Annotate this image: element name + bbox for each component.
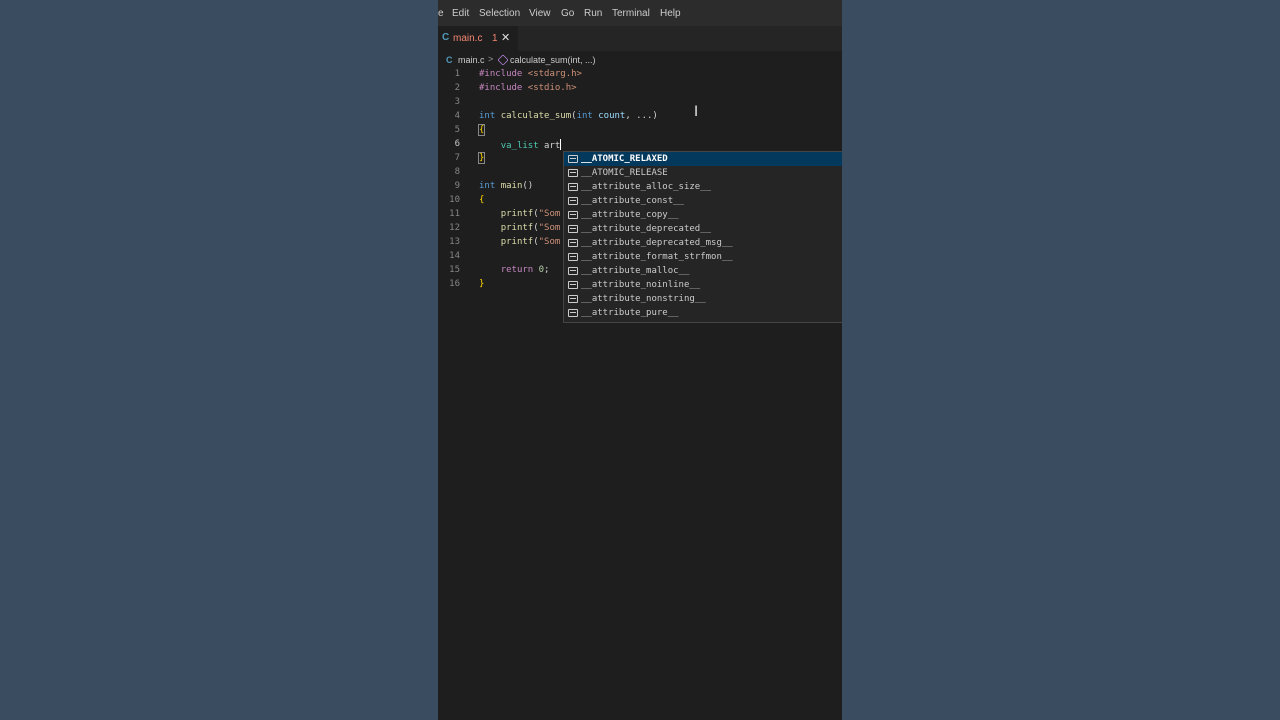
code-text: #include <stdarg.h>: [479, 69, 582, 79]
constant-icon: [568, 309, 578, 317]
suggestion-item[interactable]: __attribute_alloc_size__: [564, 180, 842, 194]
constant-icon: [568, 211, 578, 219]
suggestion-label: __attribute_malloc__: [581, 266, 690, 276]
line-number: 16: [449, 279, 460, 289]
line-number: 8: [454, 167, 460, 177]
vscode-window: e Edit Selection View Go Run Terminal He…: [438, 0, 842, 720]
code-text: }: [479, 279, 485, 289]
suggestion-label: __ATOMIC_RELAXED: [581, 154, 668, 164]
constant-icon: [568, 239, 578, 247]
mouse-ibeam-cursor-icon: I: [694, 104, 699, 120]
suggestion-item[interactable]: __attribute_format_strfmon__: [564, 250, 842, 264]
menu-run[interactable]: Run: [584, 8, 602, 19]
suggestion-label: __attribute_const__: [581, 196, 684, 206]
code-line: 5 {: [438, 123, 842, 137]
code-text: return 0;: [500, 265, 550, 275]
code-text: printf("Som: [500, 209, 561, 219]
menu-view[interactable]: View: [529, 8, 551, 19]
constant-icon: [568, 253, 578, 261]
constant-icon: [568, 295, 578, 303]
line-number: 10: [449, 195, 460, 205]
suggestion-label: __attribute_noinline__: [581, 280, 701, 290]
line-number: 9: [454, 181, 460, 191]
code-text: va_list art: [500, 139, 562, 151]
suggestion-item[interactable]: __ATOMIC_RELEASE: [564, 166, 842, 180]
line-number: 5: [454, 125, 460, 135]
suggestion-label: __attribute_alloc_size__: [581, 182, 712, 192]
line-number: 11: [449, 209, 460, 219]
tab-main-c[interactable]: C main.c 1 ✕: [438, 26, 518, 51]
c-file-icon: C: [446, 55, 453, 65]
line-number: 1: [454, 69, 460, 79]
code-line: 3: [438, 95, 842, 109]
code-text: {: [477, 124, 486, 136]
menu-edit[interactable]: Edit: [452, 8, 469, 19]
suggestion-label: __attribute_deprecated__: [581, 224, 712, 234]
code-text: int main(): [479, 181, 534, 191]
constant-icon: [568, 281, 578, 289]
suggestion-item-selected[interactable]: __ATOMIC_RELAXED: [564, 152, 842, 166]
constant-icon: [568, 197, 578, 205]
menu-terminal[interactable]: Terminal: [612, 8, 650, 19]
line-number: 7: [454, 153, 460, 163]
constant-icon: [568, 155, 578, 163]
line-number: 13: [449, 237, 460, 247]
breadcrumb-symbol[interactable]: calculate_sum(int, ...): [510, 55, 596, 65]
chevron-right-icon: >: [488, 54, 494, 64]
suggestion-label: __attribute_pure__: [581, 308, 679, 318]
line-number: 14: [449, 251, 460, 261]
suggestion-item[interactable]: __attribute_malloc__: [564, 264, 842, 278]
line-number: 4: [454, 111, 460, 121]
suggestion-item[interactable]: __attribute_copy__: [564, 208, 842, 222]
code-line-current: 6 va_list art: [438, 137, 842, 151]
menu-help[interactable]: Help: [660, 8, 681, 19]
constant-icon: [568, 267, 578, 275]
code-text: {: [479, 195, 485, 205]
code-line: 4 int calculate_sum(int count, ...): [438, 109, 842, 123]
code-line: 2 #include <stdio.h>: [438, 81, 842, 95]
breadcrumb-file[interactable]: main.c: [458, 55, 485, 65]
constant-icon: [568, 183, 578, 191]
suggestion-label: __ATOMIC_RELEASE: [581, 168, 668, 178]
code-line: 1 #include <stdarg.h>: [438, 67, 842, 81]
line-number: 15: [449, 265, 460, 275]
method-cube-icon: [497, 54, 509, 66]
suggestion-label: __attribute_deprecated_msg__: [581, 238, 733, 248]
suggestion-item[interactable]: __attribute_noinline__: [564, 278, 842, 292]
suggestion-item[interactable]: __attribute_nonstring__: [564, 292, 842, 306]
suggestion-item[interactable]: __attribute_pure__: [564, 306, 842, 320]
code-text: }: [477, 152, 486, 164]
code-text: int calculate_sum(int count, ...): [479, 111, 658, 121]
suggestion-item[interactable]: __attribute_deprecated_msg__: [564, 236, 842, 250]
line-number: 12: [449, 223, 460, 233]
suggestion-label: __attribute_copy__: [581, 210, 679, 220]
suggestion-widget[interactable]: __ATOMIC_RELAXED __ATOMIC_RELEASE __attr…: [563, 151, 842, 323]
close-icon[interactable]: ✕: [501, 31, 510, 44]
code-text: #include <stdio.h>: [479, 83, 577, 93]
problem-count-badge: 1: [492, 33, 498, 44]
constant-icon: [568, 169, 578, 177]
line-number: 2: [454, 83, 460, 93]
text-caret: [560, 139, 562, 150]
code-text: printf("Som: [500, 237, 561, 247]
suggestion-item[interactable]: __attribute_const__: [564, 194, 842, 208]
menu-file[interactable]: e: [438, 8, 444, 19]
menu-selection[interactable]: Selection: [479, 8, 520, 19]
constant-icon: [568, 225, 578, 233]
c-file-icon: C: [442, 32, 450, 43]
line-number: 3: [454, 97, 460, 107]
suggestion-label: __attribute_format_strfmon__: [581, 252, 733, 262]
suggestion-label: __attribute_nonstring__: [581, 294, 706, 304]
menu-bar: e Edit Selection View Go Run Terminal He…: [438, 0, 842, 26]
code-text: printf("Som: [500, 223, 561, 233]
line-number: 6: [454, 139, 460, 149]
suggestion-item[interactable]: __attribute_deprecated__: [564, 222, 842, 236]
tab-filename: main.c: [453, 33, 483, 44]
menu-go[interactable]: Go: [561, 8, 574, 19]
tab-bar: C main.c 1 ✕: [438, 26, 842, 51]
